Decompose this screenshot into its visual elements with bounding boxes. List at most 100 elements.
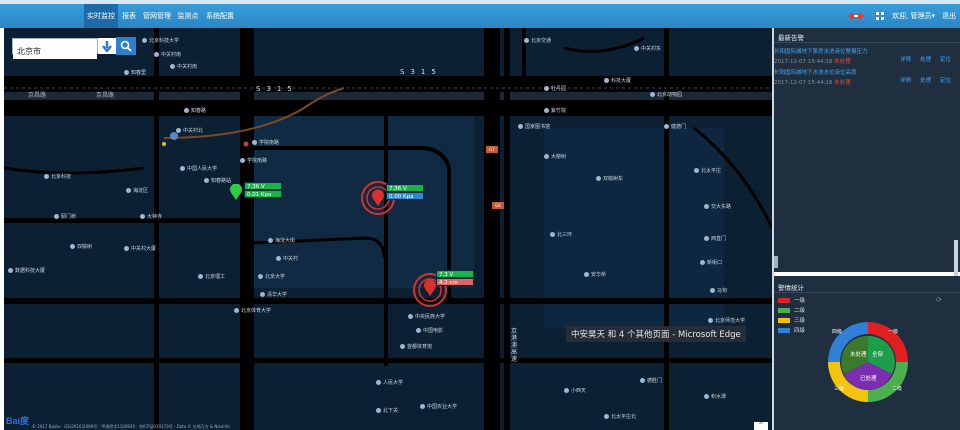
map-poi[interactable]: 中关村东 bbox=[634, 46, 661, 52]
map-poi[interactable]: 北京动物园 bbox=[650, 92, 682, 98]
map-poi[interactable]: 国家图书馆 bbox=[518, 124, 550, 130]
map-canvas[interactable]: S315 S315 京昌路 京昌路 京港澳高速 北京科技大学 中关村南 中关村南… bbox=[4, 28, 772, 430]
alarm-donut-chart[interactable]: 一级 二级 三级 四级 未处理 全部 已处理 bbox=[826, 320, 910, 404]
alert-item[interactable]: 长阳国际城地下泵房水池液位警报压力 2017-12-07 15:44:18 未处… bbox=[774, 47, 960, 65]
alarm-stats-panel: 警情统计 一级 二级 三级 四级 ⟳ 一级 二级 三级 四级 未处理 全部 已处… bbox=[774, 276, 960, 430]
map-poi[interactable]: 北太平庄北 bbox=[604, 414, 636, 420]
map-poi[interactable]: 小西天 bbox=[564, 388, 586, 394]
map-poi[interactable]: 健德门 bbox=[664, 124, 686, 130]
divider bbox=[774, 292, 960, 293]
alert-handle-link[interactable]: 处理 bbox=[920, 76, 931, 84]
map-poi[interactable]: 北京科技 bbox=[44, 174, 71, 180]
map-poi[interactable]: 大钟寺 bbox=[140, 214, 162, 220]
pie-label-all: 全部 bbox=[872, 350, 884, 358]
map-poi[interactable]: 大柳树 bbox=[544, 154, 566, 160]
alert-detail-link[interactable]: 详情 bbox=[900, 76, 911, 84]
map-poi[interactable]: 北京交通 bbox=[524, 38, 551, 44]
route-arrow-button[interactable] bbox=[98, 38, 116, 54]
legend-item-level1[interactable]: 一级 bbox=[778, 296, 805, 304]
user-welcome-menu[interactable]: 欢迎, 管理员▾ bbox=[892, 4, 935, 28]
alerts-title: 最新告警 bbox=[778, 34, 804, 42]
map-poi[interactable]: 中关村 bbox=[276, 256, 298, 262]
map-poi[interactable]: 数据科技大厦 bbox=[8, 268, 45, 274]
map-poi[interactable]: 北下关 bbox=[376, 408, 398, 414]
map-poi[interactable]: 马甸 bbox=[710, 288, 727, 294]
map-poi[interactable]: 北京科技大学 bbox=[142, 38, 179, 44]
map-poi[interactable]: 学院南路 bbox=[252, 140, 279, 146]
sensor-marker-1[interactable] bbox=[230, 183, 242, 204]
map-poi[interactable]: 安华桥 bbox=[584, 272, 606, 278]
alert-title[interactable]: 长阳国际城地下泵房水池液位警报压力 bbox=[774, 47, 960, 55]
map-poi[interactable]: 中国人民大学 bbox=[180, 166, 217, 172]
map-poi[interactable]: 蓟门桥 bbox=[54, 214, 76, 220]
map-poi[interactable]: 新街口 bbox=[700, 260, 722, 266]
map-poi[interactable]: 北京理工 bbox=[198, 274, 225, 280]
alert-time: 2017-12-07 15:44:18 bbox=[774, 80, 833, 86]
map-poi[interactable]: 中关村南 bbox=[154, 52, 181, 58]
nav-realtime-monitor[interactable]: 实时监控 bbox=[84, 4, 118, 28]
alert-item[interactable]: 长阳国际城地下水池水位液位高度 2017-12-07 15:44:18 未处理 … bbox=[774, 68, 960, 86]
map-poi[interactable]: 首都体育馆 bbox=[400, 344, 432, 350]
legend-item-level2[interactable]: 二级 bbox=[778, 306, 805, 314]
map-poi[interactable]: 人民大学 bbox=[376, 380, 403, 386]
map-poi[interactable]: 中央民族大学 bbox=[408, 314, 445, 320]
divider bbox=[774, 42, 960, 43]
map-poi[interactable]: 双榆树东 bbox=[596, 176, 623, 182]
map-poi[interactable]: 双榆树 bbox=[70, 244, 92, 250]
map-poi[interactable]: 牡丹园 bbox=[544, 86, 566, 92]
alert-status: 未处理 bbox=[834, 59, 851, 65]
alert-detail-link[interactable]: 详情 bbox=[900, 55, 911, 63]
legend-swatch bbox=[778, 298, 790, 303]
alert-handle-link[interactable]: 处理 bbox=[920, 55, 931, 63]
sensor-pressure: 0.01 Kpa bbox=[244, 190, 282, 198]
map-poi[interactable]: 中关村北 bbox=[176, 128, 203, 134]
side-toggle-handle[interactable] bbox=[774, 256, 778, 268]
map-poi[interactable]: 清华大学 bbox=[260, 292, 287, 298]
alarm-bell-icon[interactable] bbox=[848, 4, 868, 28]
map-poi[interactable]: 中国电影 bbox=[416, 328, 443, 334]
sensor-voltage: 7.3 V bbox=[436, 270, 474, 278]
map-poi[interactable]: 海淀大街 bbox=[268, 238, 295, 244]
ring-label-level4: 四级 bbox=[832, 328, 842, 335]
legend-item-level4[interactable]: 四级 bbox=[778, 326, 805, 334]
map-poi[interactable]: 中国农业大学 bbox=[420, 404, 457, 410]
map-poi[interactable]: 德胜门 bbox=[640, 378, 662, 384]
alert-title[interactable]: 长阳国际城地下水池水位液位高度 bbox=[774, 68, 960, 76]
grid-menu-icon[interactable] bbox=[876, 4, 884, 28]
road-label-west: 京昌路 bbox=[28, 92, 47, 99]
alert-locate-link[interactable]: 定位 bbox=[940, 55, 951, 63]
ring-label-level3: 三级 bbox=[834, 385, 844, 392]
map-search-box[interactable] bbox=[12, 38, 98, 59]
map-poi[interactable]: 学院南路 bbox=[240, 158, 267, 164]
map-collapse-button[interactable]: ^ bbox=[754, 422, 768, 430]
nav-pipe-management[interactable]: 管网管理 bbox=[142, 4, 172, 28]
map-poi[interactable]: 北太平庄 bbox=[694, 168, 721, 174]
map-poi[interactable]: 科技大厦 bbox=[604, 78, 631, 84]
map-poi[interactable]: 知春里 bbox=[124, 70, 146, 76]
alert-locate-link[interactable]: 定位 bbox=[940, 76, 951, 84]
map-poi[interactable]: 积水潭 bbox=[704, 394, 726, 400]
map-poi[interactable]: 西直门 bbox=[704, 236, 726, 242]
logout-link[interactable]: 退出 bbox=[942, 4, 956, 28]
map-poi[interactable]: 中关村南 bbox=[170, 64, 197, 70]
nav-reports[interactable]: 报表 bbox=[120, 4, 138, 28]
map-poi[interactable]: 知春路站 bbox=[204, 178, 231, 184]
search-button[interactable] bbox=[116, 37, 136, 55]
map-poi[interactable]: 紫竹院 bbox=[544, 108, 566, 114]
nav-system-config[interactable]: 系统配置 bbox=[204, 4, 236, 28]
map-poi[interactable]: 海淀区 bbox=[126, 188, 148, 194]
road-label-vertical: 京港澳高速 bbox=[510, 328, 517, 363]
map-poi[interactable]: 知春路 bbox=[184, 108, 206, 114]
sensor-readout-1: 7.36 V 0.01 Kpa bbox=[244, 182, 282, 198]
map-poi[interactable]: 北京师范大学 bbox=[708, 318, 745, 324]
map-poi[interactable]: 北京大学 bbox=[258, 274, 285, 280]
refresh-icon[interactable]: ⟳ bbox=[936, 296, 942, 304]
sensor-pressure: 0.00 Kpa bbox=[386, 192, 424, 200]
legend-item-level3[interactable]: 三级 bbox=[778, 316, 805, 324]
nav-monitor-points[interactable]: 监测点 bbox=[176, 4, 200, 28]
map-poi[interactable]: 交大东路 bbox=[704, 204, 731, 210]
map-poi[interactable]: 北京体育大学 bbox=[234, 308, 271, 314]
map-search-input[interactable] bbox=[13, 44, 97, 59]
map-poi[interactable]: 中关村大厦 bbox=[124, 246, 156, 252]
map-poi[interactable]: 北三环 bbox=[550, 232, 572, 238]
